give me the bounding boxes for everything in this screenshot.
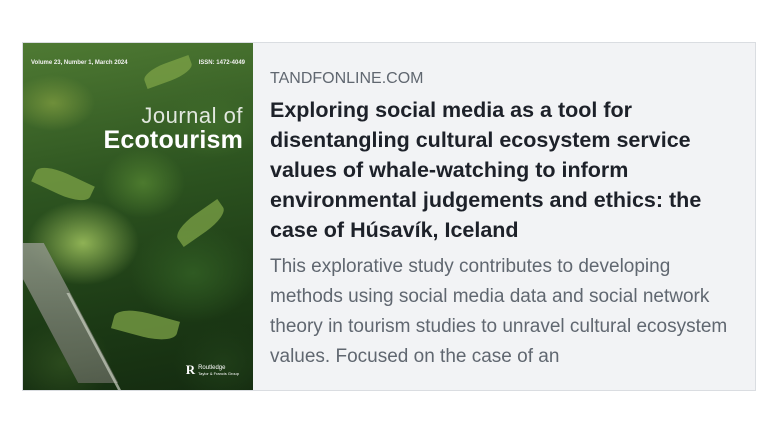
link-preview-card[interactable]: Volume 23, Number 1, March 2024 ISSN: 14… <box>22 42 756 391</box>
cover-leaf <box>172 199 229 247</box>
routledge-r-icon: R <box>185 362 196 377</box>
cover-leaf <box>111 304 180 346</box>
cover-issue: Volume 23, Number 1, March 2024 <box>31 60 128 66</box>
cover-journal-title: Journal of Ecotourism <box>103 103 243 154</box>
cover-issn: ISSN: 1472-4049 <box>198 60 245 66</box>
journal-cover-image: Volume 23, Number 1, March 2024 ISSN: 14… <box>23 43 253 390</box>
publisher-logo: R Routledge Taylor & Francis Group <box>186 362 239 378</box>
link-description: This explorative study contributes to de… <box>270 256 728 367</box>
cover-leaf <box>31 161 95 207</box>
cover-issue-line: Volume 23, Number 1, March 2024 ISSN: 14… <box>31 60 245 66</box>
cover-journal-name: Ecotourism <box>103 126 243 154</box>
publisher-subtitle: Taylor & Francis Group <box>198 370 239 376</box>
link-domain: TANDFONLINE.COM <box>270 70 424 87</box>
card-text-area: TANDFONLINE.COM Exploring social media a… <box>253 43 755 390</box>
link-title[interactable]: Exploring social media as a tool for dis… <box>270 95 741 245</box>
cover-journal-prefix: Journal of <box>141 103 243 128</box>
